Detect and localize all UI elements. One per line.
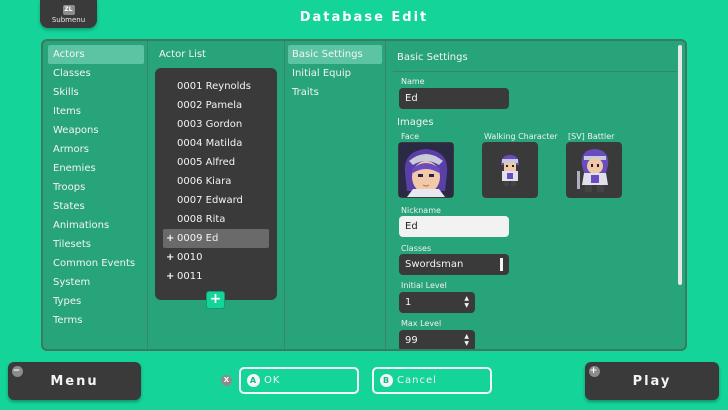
- category-item-actors[interactable]: Actors: [48, 45, 144, 64]
- nickname-field[interactable]: Ed: [399, 216, 509, 237]
- category-item-enemies[interactable]: Enemies: [48, 159, 144, 178]
- list-item[interactable]: + 0011: [163, 267, 269, 286]
- tab-basic-settings[interactable]: Basic Settings: [288, 45, 382, 64]
- list-item[interactable]: 0001 Reynolds: [163, 77, 269, 96]
- ok-button[interactable]: A OK: [239, 367, 359, 394]
- list-item[interactable]: 0003 Gordon: [163, 115, 269, 134]
- play-label: Play: [632, 373, 672, 389]
- initial-level-stepper[interactable]: 1 ▲ ▼: [399, 292, 475, 313]
- b-button-icon: B: [380, 374, 393, 387]
- category-item-types[interactable]: Types: [48, 292, 144, 311]
- list-item-label: 0009 Ed: [177, 233, 219, 244]
- category-item-items[interactable]: Items: [48, 102, 144, 121]
- walking-character-image[interactable]: [482, 142, 538, 198]
- category-item-terms[interactable]: Terms: [48, 311, 144, 330]
- initial-level-label: Initial Level: [401, 281, 447, 290]
- stepper-arrows-icon: ▲ ▼: [464, 333, 469, 347]
- play-button[interactable]: + Play: [585, 362, 719, 400]
- category-item-skills[interactable]: Skills: [48, 83, 144, 102]
- tab-initial-equip[interactable]: Initial Equip: [288, 64, 382, 83]
- name-label: Name: [401, 77, 425, 86]
- battler-sprite-icon: [577, 149, 609, 192]
- menu-label: Menu: [50, 373, 99, 389]
- column-divider: [385, 41, 386, 349]
- column-divider: [147, 41, 148, 349]
- tab-traits[interactable]: Traits: [288, 83, 382, 102]
- category-item-common-events[interactable]: Common Events: [48, 254, 144, 273]
- actor-list[interactable]: 0001 Reynolds 0002 Pamela 0003 Gordon 00…: [155, 68, 277, 300]
- max-level-label: Max Level: [401, 319, 442, 328]
- category-item-classes[interactable]: Classes: [48, 64, 144, 83]
- battler-image[interactable]: [566, 142, 622, 198]
- list-item[interactable]: + 0010: [163, 248, 269, 267]
- plus-icon: +: [589, 366, 600, 377]
- detail-title: Basic Settings: [397, 52, 468, 63]
- nickname-label: Nickname: [401, 206, 441, 215]
- max-level-value: 99: [405, 335, 418, 346]
- list-item[interactable]: 0002 Pamela: [163, 96, 269, 115]
- x-button-icon: X: [221, 375, 232, 386]
- walking-character-label: Walking Character: [484, 132, 558, 141]
- scrollbar[interactable]: [678, 45, 682, 285]
- category-item-weapons[interactable]: Weapons: [48, 121, 144, 140]
- plus-icon: +: [166, 252, 175, 263]
- walking-sprite-icon: [501, 155, 519, 186]
- category-item-animations[interactable]: Animations: [48, 216, 144, 235]
- dropdown-indicator-icon: [500, 258, 503, 271]
- face-label: Face: [401, 132, 420, 141]
- list-item[interactable]: 0006 Kiara: [163, 172, 269, 191]
- category-item-states[interactable]: States: [48, 197, 144, 216]
- menu-button[interactable]: − Menu: [8, 362, 141, 400]
- initial-level-value: 1: [405, 297, 412, 308]
- classes-label: Classes: [401, 244, 432, 253]
- max-level-stepper[interactable]: 99 ▲ ▼: [399, 330, 475, 349]
- category-item-system[interactable]: System: [48, 273, 144, 292]
- a-button-icon: A: [247, 374, 260, 387]
- column-divider: [284, 41, 285, 349]
- list-item[interactable]: 0005 Alfred: [163, 153, 269, 172]
- classes-value: Swordsman: [405, 259, 464, 270]
- page-title: Database Edit: [299, 10, 429, 25]
- minus-icon: −: [12, 366, 23, 377]
- list-item[interactable]: 0007 Edward: [163, 191, 269, 210]
- cancel-label: Cancel: [397, 375, 437, 386]
- category-item-tilesets[interactable]: Tilesets: [48, 235, 144, 254]
- classes-dropdown[interactable]: Swordsman: [399, 254, 509, 275]
- category-item-troops[interactable]: Troops: [48, 178, 144, 197]
- name-field[interactable]: Ed: [399, 88, 509, 109]
- stepper-arrows-icon: ▲ ▼: [464, 295, 469, 309]
- category-item-armors[interactable]: Armors: [48, 140, 144, 159]
- list-item[interactable]: 0004 Matilda: [163, 134, 269, 153]
- face-image[interactable]: [398, 142, 454, 198]
- cancel-button[interactable]: B Cancel: [372, 367, 492, 394]
- images-label: Images: [397, 117, 434, 128]
- database-panel: Actors Classes Skills Items Weapons Armo…: [41, 39, 687, 351]
- actor-list-title: Actor List: [159, 49, 206, 60]
- list-item-selected[interactable]: + 0009 Ed: [163, 229, 269, 248]
- list-item-label: 0011: [177, 271, 203, 282]
- plus-icon: +: [166, 271, 175, 282]
- face-portrait-icon: [399, 143, 453, 197]
- add-actor-button[interactable]: +: [206, 291, 225, 309]
- settings-tabs: Basic Settings Initial Equip Traits: [288, 45, 382, 102]
- list-item-label: 0010: [177, 252, 203, 263]
- list-item[interactable]: 0008 Rita: [163, 210, 269, 229]
- battler-label: [SV] Battler: [568, 132, 615, 141]
- plus-icon: +: [166, 233, 175, 244]
- ok-label: OK: [264, 375, 281, 386]
- category-list: Actors Classes Skills Items Weapons Armo…: [48, 45, 144, 330]
- divider: [393, 71, 677, 72]
